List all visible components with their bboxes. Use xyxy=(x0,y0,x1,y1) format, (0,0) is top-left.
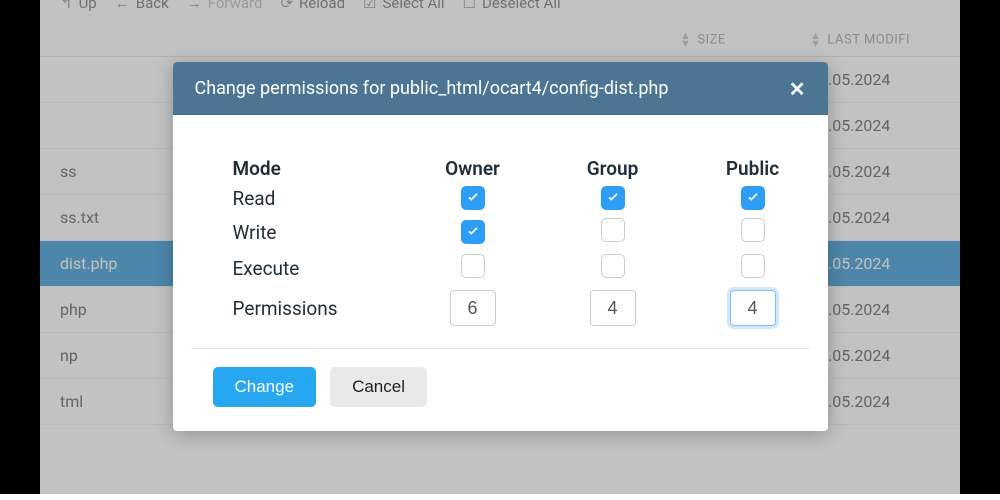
public-read-checkbox[interactable] xyxy=(741,186,765,210)
modal-header: Change permissions for public_html/ocart… xyxy=(173,62,828,115)
modal-footer: Change Cancel xyxy=(191,348,810,431)
grid-header-owner: Owner xyxy=(403,157,543,180)
change-button[interactable]: Change xyxy=(213,367,317,407)
public-permissions-input[interactable] xyxy=(730,290,776,326)
public-write-checkbox[interactable] xyxy=(741,218,765,242)
permissions-modal: Change permissions for public_html/ocart… xyxy=(173,62,828,431)
row-execute-label: Execute xyxy=(233,257,403,280)
group-execute-checkbox[interactable] xyxy=(601,254,625,278)
owner-read-checkbox[interactable] xyxy=(461,186,485,210)
owner-write-checkbox[interactable] xyxy=(461,220,485,244)
group-read-checkbox[interactable] xyxy=(601,186,625,210)
public-execute-checkbox[interactable] xyxy=(741,254,765,278)
row-permissions-label: Permissions xyxy=(233,297,403,320)
modal-title: Change permissions for public_html/ocart… xyxy=(195,78,669,99)
grid-header-public: Public xyxy=(683,157,823,180)
close-icon[interactable]: ✕ xyxy=(789,79,806,99)
group-write-checkbox[interactable] xyxy=(601,218,625,242)
row-read-label: Read xyxy=(233,187,403,210)
cancel-button[interactable]: Cancel xyxy=(330,367,427,407)
row-write-label: Write xyxy=(233,221,403,244)
owner-execute-checkbox[interactable] xyxy=(461,254,485,278)
grid-header-group: Group xyxy=(543,157,683,180)
modal-overlay: Change permissions for public_html/ocart… xyxy=(0,0,1000,494)
owner-permissions-input[interactable] xyxy=(450,290,496,326)
group-permissions-input[interactable] xyxy=(590,290,636,326)
grid-header-mode: Mode xyxy=(233,157,403,180)
